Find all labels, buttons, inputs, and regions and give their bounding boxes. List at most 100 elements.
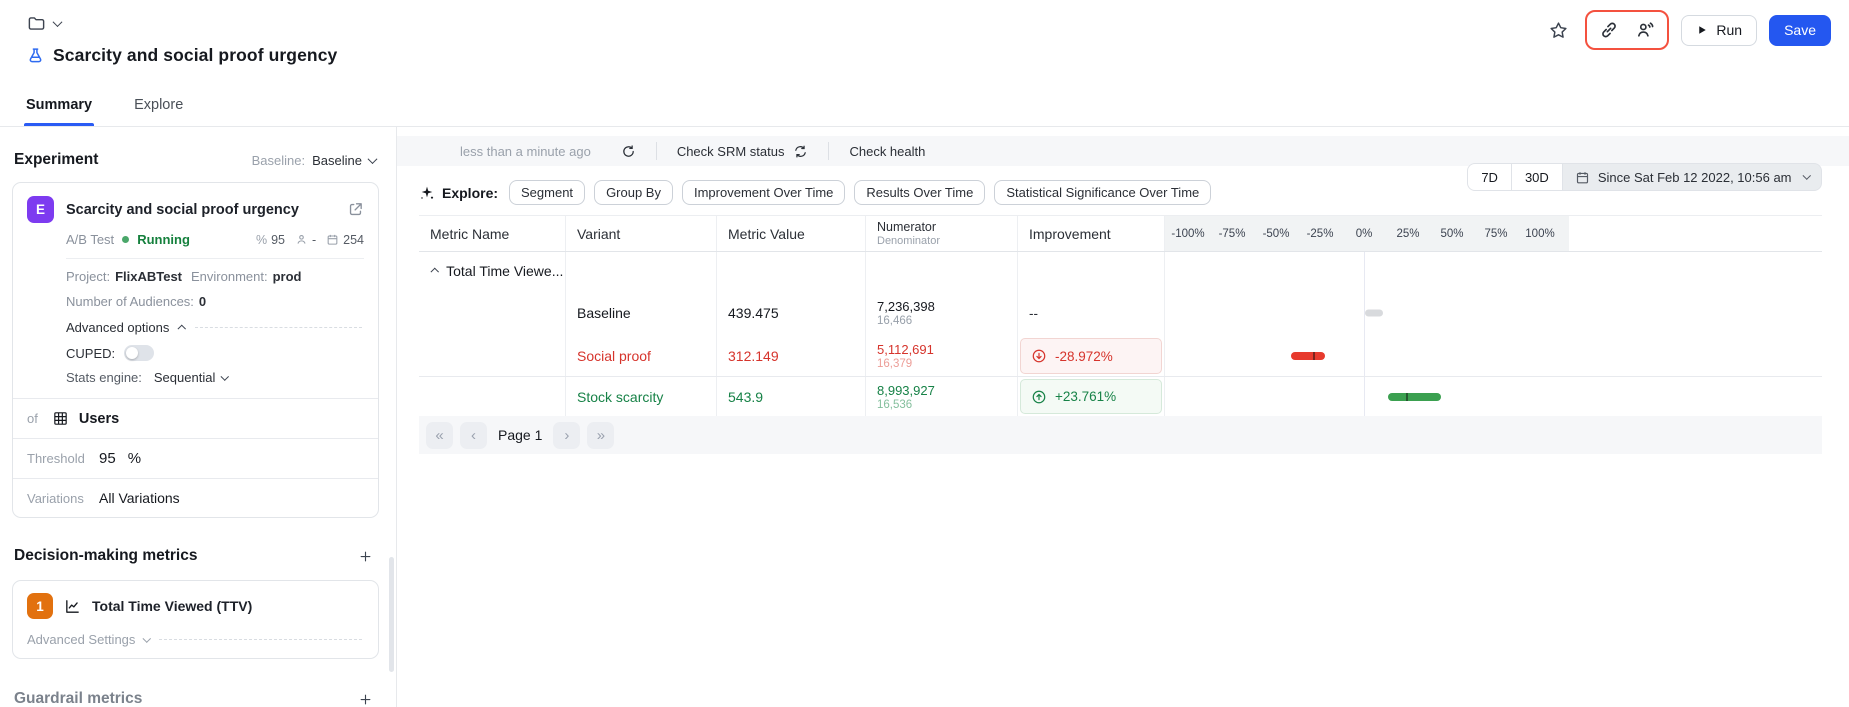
chevron-down-icon [221, 372, 229, 380]
members-button[interactable] [1632, 15, 1658, 45]
folder-icon [27, 14, 46, 33]
save-button[interactable]: Save [1769, 15, 1831, 46]
guardrail-heading: Guardrail metrics [14, 690, 142, 707]
cuped-toggle[interactable] [124, 345, 154, 361]
advanced-options-toggle[interactable]: Advanced options [66, 320, 364, 335]
chevron-down-icon [143, 634, 151, 642]
col-variant: Variant [566, 216, 717, 251]
table-row-stock-scarcity: Stock scarcity 543.9 8,993,927 16,536 +2… [419, 376, 1822, 416]
results-toolbar: less than a minute ago Check SRM status … [397, 136, 1849, 166]
scale-tick: -75% [1219, 228, 1246, 240]
advanced-settings-toggle[interactable]: Advanced Settings [27, 632, 364, 647]
date-range-select[interactable]: Since Sat Feb 12 2022, 10:56 am [1563, 164, 1821, 190]
chip-statistical-significance[interactable]: Statistical Significance Over Time [994, 180, 1211, 205]
experiment-icon [27, 47, 44, 64]
next-page-button[interactable]: › [553, 422, 580, 449]
sidebar-scrollbar[interactable] [389, 557, 394, 672]
metric-group-label: Total Time Viewe... [446, 263, 563, 279]
plus-icon [358, 549, 373, 564]
ci-bar [1365, 310, 1384, 317]
baseline-select[interactable]: Baseline: Baseline [252, 153, 376, 168]
scale-tick: -100% [1171, 228, 1204, 240]
threshold-input[interactable]: 95 [99, 450, 116, 467]
cuped-row: CUPED: [66, 345, 364, 361]
check-srm-button[interactable]: Check SRM status [657, 144, 829, 159]
sparkle-icon [419, 185, 435, 201]
scale-tick: 75% [1484, 228, 1507, 240]
improvement-cell: +23.761% [1018, 377, 1165, 416]
run-button[interactable]: Run [1681, 15, 1757, 46]
check-health-button[interactable]: Check health [829, 144, 945, 159]
audiences-row: Number of Audiences:0 [66, 294, 364, 309]
range-30d-button[interactable]: 30D [1512, 164, 1563, 190]
chart-cell [1165, 290, 1569, 336]
range-7d-button[interactable]: 7D [1468, 164, 1512, 190]
run-button-label: Run [1716, 22, 1742, 38]
chevron-down-icon [53, 17, 63, 27]
tab-summary[interactable]: Summary [24, 87, 94, 126]
first-page-button[interactable]: « [426, 422, 453, 449]
chart-cell [1165, 336, 1569, 376]
experiment-card: E Scarcity and social proof urgency A/B … [12, 182, 379, 518]
threshold-unit: % [128, 450, 141, 467]
chart-scale-row: -100%-75%-50%-25%0%25%50%75%100% [1165, 216, 1569, 251]
page-title: Scarcity and social proof urgency [53, 45, 337, 66]
metric-group-toggle[interactable]: Total Time Viewe... [419, 252, 566, 290]
col-metric-value: Metric Value [717, 216, 866, 251]
status-dot [122, 236, 129, 243]
chip-group-by[interactable]: Group By [594, 180, 673, 205]
split-stat: %95 [256, 233, 285, 247]
stats-engine-select[interactable]: Sequential [154, 370, 228, 385]
refresh-button[interactable] [611, 144, 656, 159]
variations-row: Variations All Variations [13, 478, 378, 517]
decision-metrics-heading: Decision-making metrics [14, 547, 197, 565]
divider [66, 258, 364, 259]
numerator-denominator: 8,993,927 16,536 [866, 377, 1018, 416]
numerator-denominator: 7,236,398 16,466 [866, 290, 1018, 336]
baseline-label: Baseline: [252, 153, 305, 168]
table-header-row: Metric Name Variant Metric Value Numerat… [419, 215, 1822, 252]
experiment-card-title: Scarcity and social proof urgency [66, 202, 335, 218]
main-content: less than a minute ago Check SRM status … [397, 127, 1849, 707]
stats-engine-label: Stats engine: [66, 370, 142, 385]
last-page-button[interactable]: » [587, 422, 614, 449]
add-decision-metric-button[interactable] [354, 545, 376, 567]
highlighted-action-group [1585, 10, 1669, 50]
star-icon [1548, 20, 1569, 41]
threshold-label: Threshold [27, 451, 89, 466]
prev-page-button[interactable]: ‹ [460, 422, 487, 449]
people-icon [1635, 20, 1655, 40]
date-range-value: Since Sat Feb 12 2022, 10:56 am [1598, 170, 1792, 185]
percent-icon: % [256, 233, 267, 247]
play-icon [1696, 24, 1708, 36]
open-experiment-button[interactable] [347, 201, 364, 218]
folder-menu-button[interactable] [27, 14, 61, 33]
improvement-cell: -- [1018, 290, 1165, 336]
srm-refresh-icon [793, 144, 808, 159]
tab-explore[interactable]: Explore [132, 87, 185, 126]
variations-select[interactable]: All Variations [99, 490, 180, 506]
advanced-settings-label: Advanced Settings [27, 632, 135, 647]
variant-name: Stock scarcity [566, 377, 717, 416]
chart-cell [1165, 252, 1569, 290]
population-row[interactable]: of Users [13, 398, 378, 438]
scale-tick: 25% [1396, 228, 1419, 240]
line-chart-icon [64, 598, 81, 615]
date-filter: 7D 30D Since Sat Feb 12 2022, 10:56 am [1467, 163, 1822, 191]
metric-item[interactable]: 1 Total Time Viewed (TTV) [27, 593, 364, 619]
table-row-social-proof: Social proof 312.149 5,112,691 16,379 -2… [419, 336, 1822, 376]
decision-metrics-header: Decision-making metrics [14, 545, 376, 567]
metric-index-badge: 1 [27, 593, 53, 619]
arrow-down-circle-icon [1031, 348, 1047, 364]
variant-name: Baseline [566, 290, 717, 336]
add-guardrail-metric-button[interactable] [354, 688, 376, 707]
star-button[interactable] [1543, 15, 1573, 45]
share-link-button[interactable] [1596, 15, 1622, 45]
chip-improvement-over-time[interactable]: Improvement Over Time [682, 180, 845, 205]
dashed-divider [195, 327, 362, 328]
chip-results-over-time[interactable]: Results Over Time [854, 180, 985, 205]
variations-label: Variations [27, 491, 89, 506]
scale-tick: 50% [1440, 228, 1463, 240]
chip-segment[interactable]: Segment [509, 180, 585, 205]
header-actions: Run Save [1543, 10, 1831, 50]
